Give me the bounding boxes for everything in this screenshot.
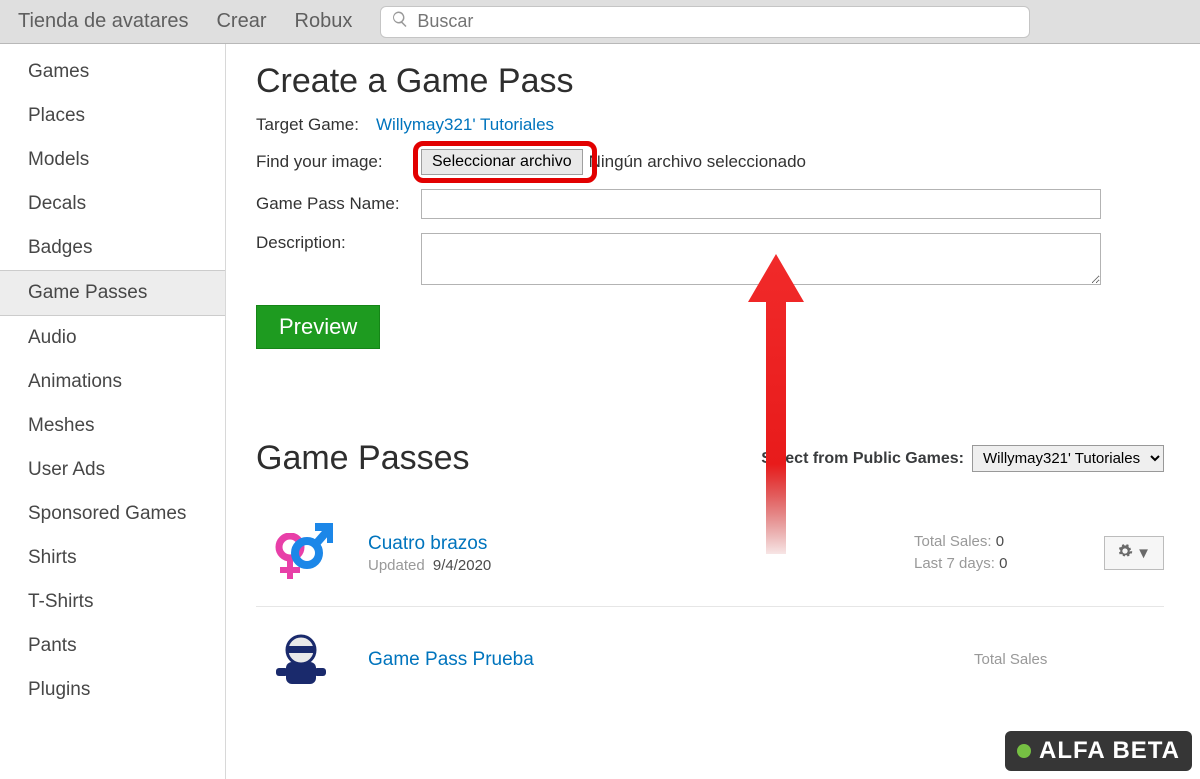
search-box[interactable] [380, 6, 1030, 38]
description-label: Description: [256, 233, 421, 253]
gamepass-name-input[interactable] [421, 189, 1101, 219]
pass-thumbnail [256, 518, 346, 588]
sidebar-item-game-passes[interactable]: Game Passes [0, 270, 225, 316]
create-heading: Create a Game Pass [256, 62, 1164, 101]
sidebar-item-animations[interactable]: Animations [0, 360, 225, 404]
search-input[interactable] [417, 11, 1019, 32]
search-icon [391, 10, 409, 33]
sidebar-item-decals[interactable]: Decals [0, 182, 225, 226]
total-sales-value: 0 [996, 533, 1004, 550]
last7-label: Last 7 days: [914, 555, 995, 572]
sidebar-item-pants[interactable]: Pants [0, 624, 225, 668]
watermark-badge: ALFA BETA [1005, 731, 1192, 771]
sidebar-item-plugins[interactable]: Plugins [0, 668, 225, 712]
sidebar-item-models[interactable]: Models [0, 138, 225, 182]
sidebar-item-shirts[interactable]: Shirts [0, 536, 225, 580]
target-game-label: Target Game: [256, 115, 376, 135]
last7-value: 0 [999, 555, 1007, 572]
watermark-dot-icon [1017, 744, 1031, 758]
description-textarea[interactable] [421, 233, 1101, 285]
sidebar-item-places[interactable]: Places [0, 94, 225, 138]
pass-name-link[interactable]: Cuatro brazos [368, 533, 487, 554]
sidebar-item-games[interactable]: Games [0, 50, 225, 94]
sidebar-item-user-ads[interactable]: User Ads [0, 448, 225, 492]
file-status-text: Ningún archivo seleccionado [589, 152, 806, 172]
public-games-select[interactable]: Willymay321' Tutoriales [972, 445, 1164, 472]
sidebar-item-meshes[interactable]: Meshes [0, 404, 225, 448]
pass-options-button[interactable]: ▼ [1104, 536, 1164, 570]
nav-robux[interactable]: Robux [295, 10, 353, 33]
sidebar: Games Places Models Decals Badges Game P… [0, 44, 226, 779]
chevron-down-icon: ▼ [1136, 545, 1151, 562]
updated-label: Updated [368, 557, 425, 574]
top-navbar: Tienda de avatares Crear Robux [0, 0, 1200, 44]
avatar-icon [266, 632, 336, 688]
target-game-link[interactable]: Willymay321' Tutoriales [376, 115, 554, 135]
sidebar-item-badges[interactable]: Badges [0, 226, 225, 270]
main-content: Create a Game Pass Target Game: Willymay… [226, 44, 1200, 779]
gender-symbols-icon [271, 523, 331, 583]
sidebar-item-audio[interactable]: Audio [0, 316, 225, 360]
nav-avatar-shop[interactable]: Tienda de avatares [18, 10, 188, 33]
watermark-text: ALFA BETA [1039, 737, 1180, 765]
game-pass-row: Game Pass Prueba Total Sales [256, 607, 1164, 713]
pass-name-link[interactable]: Game Pass Prueba [368, 649, 534, 670]
choose-file-button[interactable]: Seleccionar archivo [421, 149, 583, 175]
sidebar-item-sponsored-games[interactable]: Sponsored Games [0, 492, 225, 536]
total-sales-label: Total Sales [974, 651, 1047, 668]
gear-icon [1117, 543, 1133, 563]
updated-date: 9/4/2020 [433, 557, 491, 574]
pass-thumbnail [256, 625, 346, 695]
game-passes-heading: Game Passes [256, 439, 470, 478]
game-pass-row: Cuatro brazos Updated 9/4/2020 Total Sal… [256, 500, 1164, 607]
sidebar-item-t-shirts[interactable]: T-Shirts [0, 580, 225, 624]
preview-button[interactable]: Preview [256, 305, 380, 349]
select-public-games-label: Select from Public Games: [761, 450, 964, 468]
total-sales-label: Total Sales: [914, 533, 992, 550]
gamepass-name-label: Game Pass Name: [256, 194, 421, 214]
nav-create[interactable]: Crear [216, 10, 266, 33]
find-image-label: Find your image: [256, 152, 421, 172]
